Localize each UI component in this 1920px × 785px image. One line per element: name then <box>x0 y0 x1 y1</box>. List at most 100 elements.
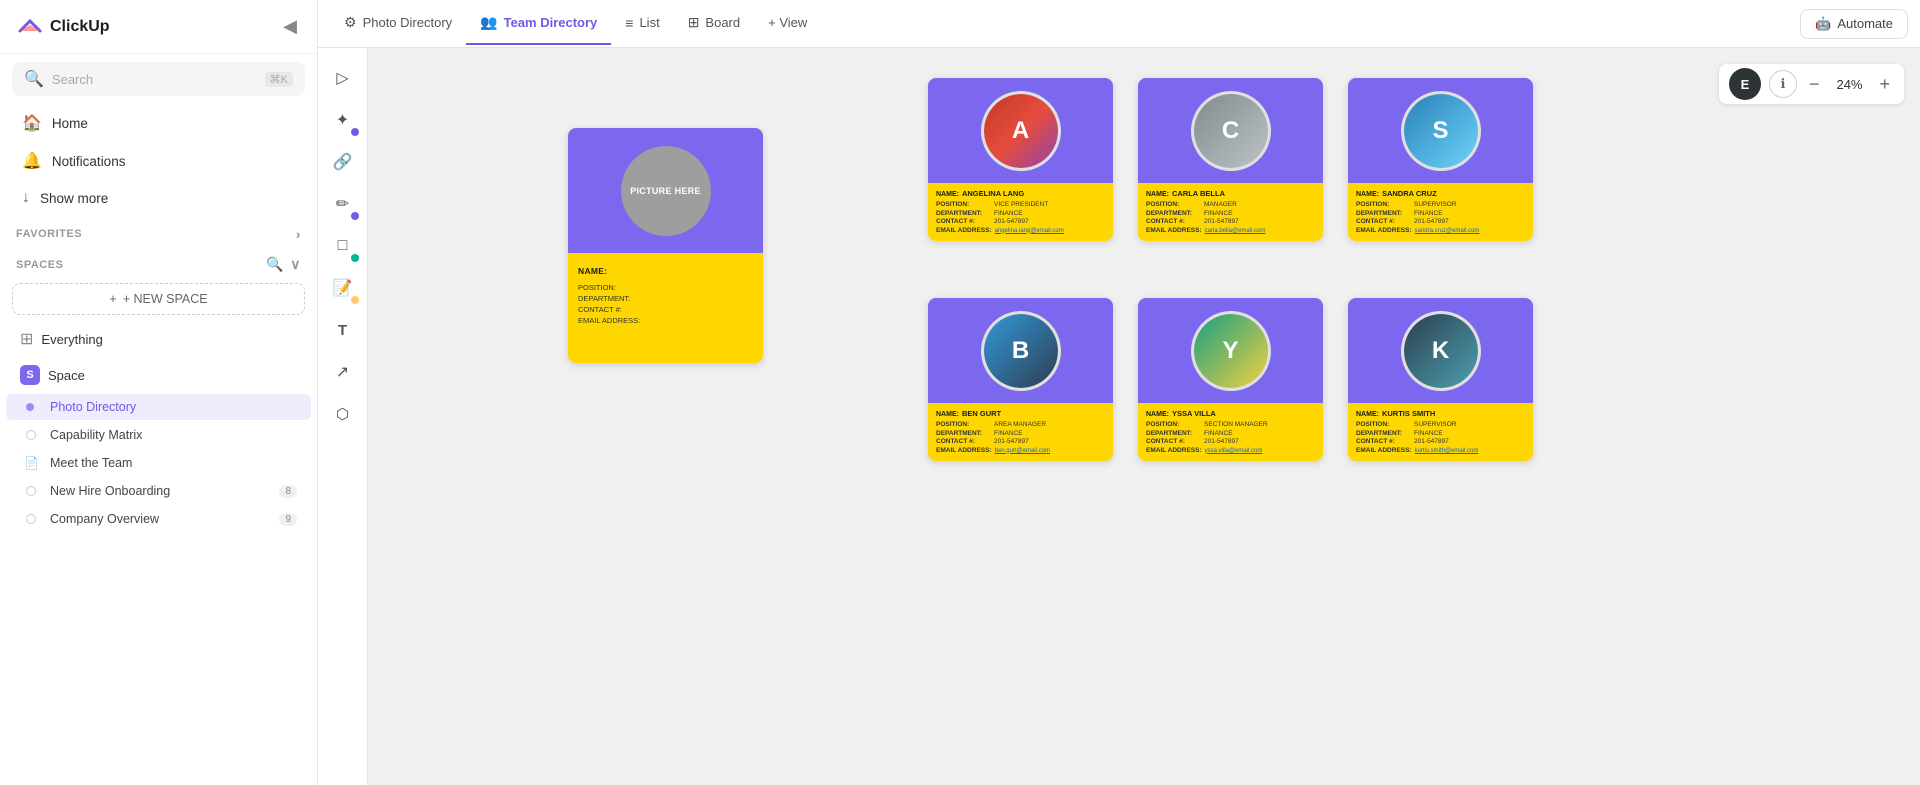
sidebar-item-company-overview[interactable]: Company Overview 9 <box>6 506 311 532</box>
tool-shape[interactable]: □ <box>325 228 361 264</box>
tool-add[interactable]: ✦ <box>325 102 361 138</box>
cursor-icon: ▷ <box>336 68 348 88</box>
spaces-search-icon[interactable]: 🔍 <box>266 256 284 273</box>
new-space-button[interactable]: + + NEW SPACE <box>12 283 305 315</box>
whiteboard[interactable]: E ℹ − 24% + PICTURE HERE NAME: POSITION: <box>368 48 1920 785</box>
tool-note[interactable]: 📝 <box>325 270 361 306</box>
logo[interactable]: ClickUp <box>16 13 110 41</box>
email-link-carla-bella[interactable]: carla.bella@email.com <box>1205 228 1266 234</box>
arrow-down-icon: ↓ <box>22 189 30 207</box>
tool-arrow[interactable]: ↗ <box>325 354 361 390</box>
list-icon: ≡ <box>625 15 633 31</box>
grid-icon: ⊞ <box>20 329 33 349</box>
profile-card-sandra-cruz: S NAME: SANDRA CRUZ POSITION: SUPERVISOR… <box>1348 78 1533 241</box>
shape-icon: □ <box>338 237 348 255</box>
team-icon: 👥 <box>480 14 497 31</box>
photo-kurtis-smith: K <box>1401 311 1481 391</box>
home-icon: 🏠 <box>22 113 42 133</box>
profile-card-carla-bella: C NAME: CARLA BELLA POSITION: MANAGER DE… <box>1138 78 1323 241</box>
card-top-kurtis-smith: K <box>1348 298 1533 403</box>
card-top-angelina-lang: A <box>928 78 1113 183</box>
profile-card-yssa-villa: Y NAME: YSSA VILLA POSITION: SECTION MAN… <box>1138 298 1323 461</box>
tool-text[interactable]: T <box>325 312 361 348</box>
info-button[interactable]: ℹ <box>1769 70 1797 98</box>
sidebar-item-capability-matrix[interactable]: Capability Matrix <box>6 422 311 448</box>
tab-add-view[interactable]: + View <box>754 3 821 44</box>
sidebar-item-new-hire-onboarding[interactable]: New Hire Onboarding 8 <box>6 478 311 504</box>
spaces-section: SPACES 🔍 ∨ <box>0 246 317 277</box>
photo-sandra-cruz: S <box>1401 91 1481 171</box>
add-icon: ✦ <box>336 110 349 130</box>
tool-link[interactable]: 🔗 <box>325 144 361 180</box>
tab-board[interactable]: ⊞ Board <box>674 2 754 45</box>
robot-icon: 🤖 <box>1815 16 1831 32</box>
bell-icon: 🔔 <box>22 151 42 171</box>
zoom-plus-button[interactable]: + <box>1875 72 1894 97</box>
link-icon: 🔗 <box>333 152 353 172</box>
card-bottom-angelina-lang: NAME: ANGELINA LANG POSITION: VICE PRESI… <box>928 183 1113 241</box>
photo-carla-bella: C <box>1191 91 1271 171</box>
tool-connect[interactable]: ⬡ <box>325 396 361 432</box>
favorites-expand-icon[interactable]: › <box>296 226 301 242</box>
tab-list[interactable]: ≡ List <box>611 3 673 45</box>
search-shortcut: ⌘K <box>265 72 293 87</box>
email-link-ben-gurt[interactable]: ben.gurt@email.com <box>995 448 1050 454</box>
card-bottom-kurtis-smith: NAME: KURTIS SMITH POSITION: SUPERVISOR … <box>1348 403 1533 461</box>
photo-inner-ben-gurt: B <box>984 314 1058 388</box>
sidebar-item-meet-the-team[interactable]: Meet the Team <box>6 450 311 476</box>
zoom-level: 24% <box>1831 77 1867 92</box>
card-top-carla-bella: C <box>1138 78 1323 183</box>
space-badge: S <box>20 365 40 385</box>
add-dot <box>351 128 359 136</box>
sidebar-item-show-more[interactable]: ↓ Show more <box>6 181 311 215</box>
photo-inner-kurtis-smith: K <box>1404 314 1478 388</box>
automate-button[interactable]: 🤖 Automate <box>1800 9 1908 39</box>
tool-pen[interactable]: ✏ <box>325 186 361 222</box>
toolbar: ⚙ Photo Directory 👥 Team Directory ≡ Lis… <box>318 0 1920 48</box>
search-placeholder: Search <box>52 72 257 87</box>
pen-icon: ✏ <box>336 194 349 214</box>
template-card-top: PICTURE HERE <box>568 128 763 253</box>
main-content: ⚙ Photo Directory 👥 Team Directory ≡ Lis… <box>318 0 1920 785</box>
sidebar-item-home[interactable]: 🏠 Home <box>6 105 311 141</box>
tab-team-directory[interactable]: 👥 Team Directory <box>466 2 611 45</box>
photo-inner-angelina-lang: A <box>984 94 1058 168</box>
settings-icon: ⚙ <box>344 14 357 31</box>
tool-select[interactable]: ▷ <box>325 60 361 96</box>
email-link-kurtis-smith[interactable]: kurtis.smith@email.com <box>1415 448 1479 454</box>
card-top-yssa-villa: Y <box>1138 298 1323 403</box>
sidebar-item-notifications[interactable]: 🔔 Notifications <box>6 143 311 179</box>
zoom-controls: E ℹ − 24% + <box>1719 64 1904 104</box>
pen-dot <box>351 212 359 220</box>
card-bottom-carla-bella: NAME: CARLA BELLA POSITION: MANAGER DEPA… <box>1138 183 1323 241</box>
photo-inner-carla-bella: C <box>1194 94 1268 168</box>
sidebar-item-space[interactable]: S Space <box>6 358 311 392</box>
tool-palette: ▷ ✦ 🔗 ✏ □ 📝 T <box>318 48 368 785</box>
profile-card-ben-gurt: B NAME: BEN GURT POSITION: AREA MANAGER … <box>928 298 1113 461</box>
template-card-bottom: NAME: POSITION: DEPARTMENT: CONTACT #: E… <box>568 253 763 363</box>
zoom-minus-button[interactable]: − <box>1805 72 1824 97</box>
spaces-expand-icon[interactable]: ∨ <box>290 256 301 273</box>
card-bottom-yssa-villa: NAME: YSSA VILLA POSITION: SECTION MANAG… <box>1138 403 1323 461</box>
sidebar-item-photo-directory[interactable]: Photo Directory <box>6 394 311 420</box>
sidebar-collapse-button[interactable]: ◀ <box>279 12 301 41</box>
search-bar[interactable]: 🔍 Search ⌘K <box>12 62 305 96</box>
canvas-area: ▷ ✦ 🔗 ✏ □ 📝 T <box>318 48 1920 785</box>
email-link-sandra-cruz[interactable]: sandra.cruz@email.com <box>1415 228 1480 234</box>
card-bottom-ben-gurt: NAME: BEN GURT POSITION: AREA MANAGER DE… <box>928 403 1113 461</box>
connect-icon: ⬡ <box>336 405 349 423</box>
company-overview-badge: 9 <box>279 513 297 526</box>
sidebar-item-everything[interactable]: ⊞ Everything <box>6 322 311 356</box>
favorites-section: FAVORITES › <box>0 216 317 246</box>
clickup-logo-icon <box>16 13 44 41</box>
email-link-angelina-lang[interactable]: angelina.lang@email.com <box>995 228 1064 234</box>
tab-photo-directory[interactable]: ⚙ Photo Directory <box>330 2 466 45</box>
text-icon: T <box>338 322 347 339</box>
new-hire-badge: 8 <box>279 485 297 498</box>
email-link-yssa-villa[interactable]: yssa.villa@email.com <box>1205 448 1263 454</box>
photo-inner-sandra-cruz: S <box>1404 94 1478 168</box>
template-card: PICTURE HERE NAME: POSITION: DEPARTMENT:… <box>568 128 763 363</box>
picture-placeholder: PICTURE HERE <box>621 146 711 236</box>
photo-ben-gurt: B <box>981 311 1061 391</box>
plus-icon: + <box>109 292 116 306</box>
